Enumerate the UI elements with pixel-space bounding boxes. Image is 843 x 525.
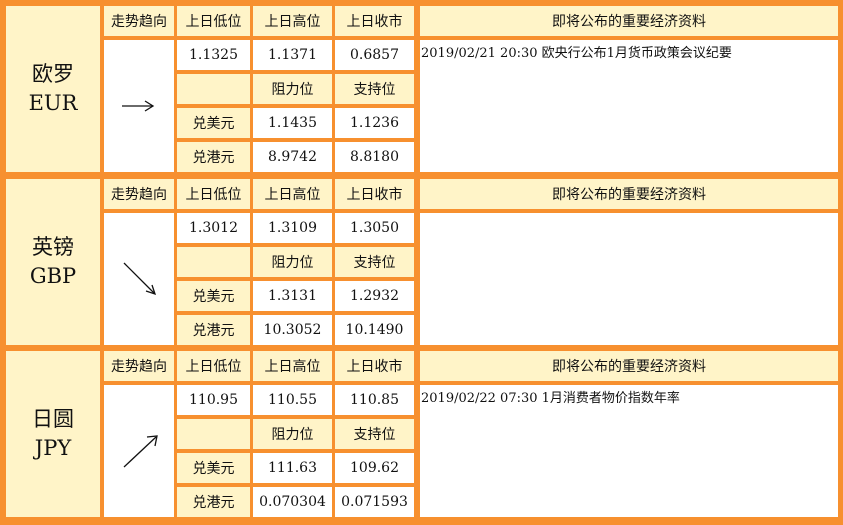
- close-value: 0.6857: [335, 40, 414, 70]
- high-value: 1.3109: [253, 213, 332, 243]
- low-value: 110.95: [177, 385, 250, 415]
- low-value: 1.1325: [177, 40, 250, 70]
- hkd-support-value: 10.1490: [335, 315, 414, 345]
- news-header: 即将公布的重要经济资料: [420, 6, 838, 36]
- usd-support-value: 109.62: [335, 453, 414, 483]
- news-header: 即将公布的重要经济资料: [420, 179, 838, 209]
- header-resistance: 阻力位: [253, 74, 332, 104]
- header-close: 上日收市: [335, 351, 414, 381]
- header-low: 上日低位: [177, 179, 250, 209]
- close-value: 110.85: [335, 385, 414, 415]
- usd-resistance-value: 1.1435: [253, 108, 332, 138]
- currency-name-cn: 日圆: [32, 407, 74, 431]
- label-usd: 兑美元: [177, 108, 250, 138]
- usd-resistance-value: 111.63: [253, 453, 332, 483]
- currency-name-cn: 英镑: [32, 235, 74, 259]
- currency-name-cell: 欧罗 EUR: [6, 6, 100, 172]
- header-high: 上日高位: [253, 351, 332, 381]
- blank-cell: [177, 419, 250, 449]
- header-resistance: 阻力位: [253, 247, 332, 277]
- fx-board: 欧罗 EUR 走势趋向 上日低位 上日高位 上日收市 即将公布的重要经济资料 1…: [0, 0, 843, 525]
- label-hkd: 兑港元: [177, 487, 250, 517]
- currency-name-cell: 日圆 JPY: [6, 351, 100, 517]
- news-body: [420, 213, 838, 345]
- blank-cell: [177, 74, 250, 104]
- trend-down-arrow-icon: [123, 262, 157, 296]
- close-value: 1.3050: [335, 213, 414, 243]
- news-body: 2019/02/21 20:30 欧央行公布1月货币政策会议纪要: [420, 40, 838, 172]
- header-trend: 走势趋向: [104, 6, 174, 36]
- hkd-resistance-value: 0.070304: [253, 487, 332, 517]
- label-usd: 兑美元: [177, 453, 250, 483]
- usd-resistance-value: 1.3131: [253, 281, 332, 311]
- trend-cell: [104, 213, 174, 345]
- high-value: 110.55: [253, 385, 332, 415]
- header-support: 支持位: [335, 247, 414, 277]
- label-usd: 兑美元: [177, 281, 250, 311]
- hkd-resistance-value: 8.9742: [253, 142, 332, 172]
- header-high: 上日高位: [253, 179, 332, 209]
- currency-name-cell: 英镑 GBP: [6, 179, 100, 345]
- hkd-support-value: 0.071593: [335, 487, 414, 517]
- header-low: 上日低位: [177, 351, 250, 381]
- label-hkd: 兑港元: [177, 315, 250, 345]
- trend-flat-arrow-icon: [122, 100, 155, 112]
- header-close: 上日收市: [335, 179, 414, 209]
- currency-code: GBP: [29, 264, 77, 288]
- header-trend: 走势趋向: [104, 351, 174, 381]
- trend-cell: [104, 40, 174, 172]
- currency-block-eur: 欧罗 EUR 走势趋向 上日低位 上日高位 上日收市 即将公布的重要经济资料 1…: [0, 6, 843, 174]
- header-support: 支持位: [335, 419, 414, 449]
- header-high: 上日高位: [253, 6, 332, 36]
- label-hkd: 兑港元: [177, 142, 250, 172]
- header-resistance: 阻力位: [253, 419, 332, 449]
- trend-up-arrow-icon: [123, 435, 158, 468]
- usd-support-value: 1.2932: [335, 281, 414, 311]
- trend-cell: [104, 385, 174, 517]
- blank-cell: [177, 247, 250, 277]
- currency-name-cn: 欧罗: [32, 62, 74, 86]
- currency-code: EUR: [28, 91, 78, 115]
- header-low: 上日低位: [177, 6, 250, 36]
- currency-block-gbp: 英镑 GBP 走势趋向 上日低位 上日高位 上日收市 即将公布的重要经济资料 1…: [0, 179, 843, 347]
- currency-code: JPY: [34, 436, 72, 460]
- header-close: 上日收市: [335, 6, 414, 36]
- news-body: 2019/02/22 07:30 1月消费者物价指数年率: [420, 385, 838, 517]
- high-value: 1.1371: [253, 40, 332, 70]
- hkd-support-value: 8.8180: [335, 142, 414, 172]
- news-header: 即将公布的重要经济资料: [420, 351, 838, 381]
- usd-support-value: 1.1236: [335, 108, 414, 138]
- low-value: 1.3012: [177, 213, 250, 243]
- currency-block-jpy: 日圆 JPY 走势趋向 上日低位 上日高位 上日收市 即将公布的重要经济资料 1…: [0, 351, 843, 519]
- header-trend: 走势趋向: [104, 179, 174, 209]
- header-support: 支持位: [335, 74, 414, 104]
- hkd-resistance-value: 10.3052: [253, 315, 332, 345]
